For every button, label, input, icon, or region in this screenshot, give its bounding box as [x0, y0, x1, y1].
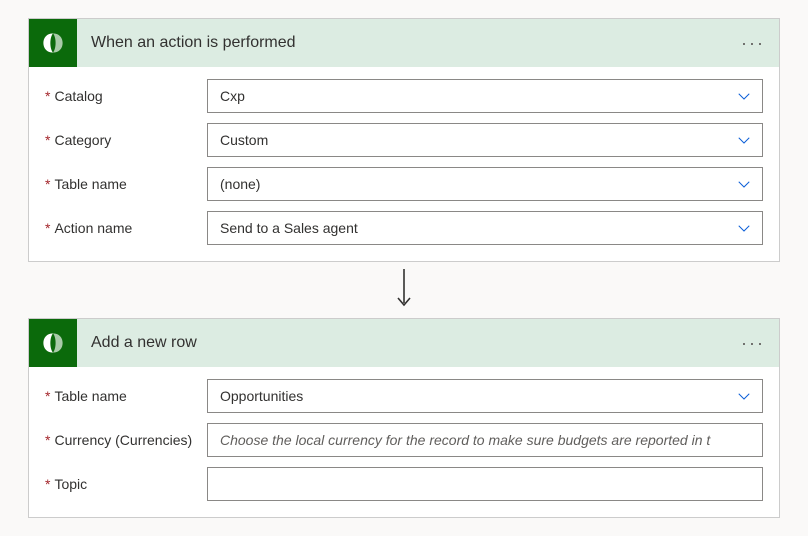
action-name-select[interactable]: Send to a Sales agent — [207, 211, 763, 245]
required-marker: * — [45, 432, 50, 448]
field-row-topic: * Topic — [45, 467, 763, 501]
field-row-category: * Category Custom — [45, 123, 763, 157]
action-name-select-value: Send to a Sales agent — [207, 211, 763, 245]
required-marker: * — [45, 476, 50, 492]
currency-placeholder: Choose the local currency for the record… — [207, 423, 763, 457]
category-select-value: Custom — [207, 123, 763, 157]
category-label: * Category — [45, 132, 207, 148]
table-name-label-text: Table name — [54, 176, 126, 192]
action-card: Add a new row ··· * Table name Opportuni… — [28, 318, 780, 518]
catalog-label-text: Catalog — [54, 88, 102, 104]
ellipsis-icon: ··· — [741, 333, 765, 353]
table-name-2-label: * Table name — [45, 388, 207, 404]
dataverse-icon — [29, 319, 77, 367]
currency-label: * Currency (Currencies) — [45, 432, 207, 448]
catalog-select-value: Cxp — [207, 79, 763, 113]
field-row-action-name: * Action name Send to a Sales agent — [45, 211, 763, 245]
table-name-select-value: (none) — [207, 167, 763, 201]
table-name-select[interactable]: (none) — [207, 167, 763, 201]
dataverse-icon — [29, 19, 77, 67]
trigger-card: When an action is performed ··· * Catalo… — [28, 18, 780, 262]
topic-label: * Topic — [45, 476, 207, 492]
trigger-card-header[interactable]: When an action is performed ··· — [29, 19, 779, 67]
field-row-catalog: * Catalog Cxp — [45, 79, 763, 113]
action-name-label: * Action name — [45, 220, 207, 236]
required-marker: * — [45, 176, 50, 192]
category-label-text: Category — [54, 132, 111, 148]
ellipsis-icon: ··· — [741, 33, 765, 53]
trigger-card-body: * Catalog Cxp * Category Custom — [29, 67, 779, 261]
category-select[interactable]: Custom — [207, 123, 763, 157]
currency-label-text: Currency (Currencies) — [54, 432, 192, 448]
action-name-label-text: Action name — [54, 220, 132, 236]
currency-input[interactable]: Choose the local currency for the record… — [207, 423, 763, 457]
field-row-table-name-2: * Table name Opportunities — [45, 379, 763, 413]
field-row-table-name: * Table name (none) — [45, 167, 763, 201]
required-marker: * — [45, 388, 50, 404]
field-row-currency: * Currency (Currencies) Choose the local… — [45, 423, 763, 457]
table-name-label: * Table name — [45, 176, 207, 192]
table-name-2-label-text: Table name — [54, 388, 126, 404]
topic-label-text: Topic — [54, 476, 87, 492]
table-name-2-select[interactable]: Opportunities — [207, 379, 763, 413]
trigger-card-menu-button[interactable]: ··· — [741, 34, 765, 52]
arrow-down-icon — [394, 267, 414, 314]
trigger-card-title: When an action is performed — [77, 34, 296, 52]
topic-input[interactable] — [207, 467, 763, 501]
flow-connector[interactable] — [28, 262, 780, 318]
action-card-header[interactable]: Add a new row ··· — [29, 319, 779, 367]
table-name-2-select-value: Opportunities — [207, 379, 763, 413]
required-marker: * — [45, 220, 50, 236]
action-card-menu-button[interactable]: ··· — [741, 334, 765, 352]
required-marker: * — [45, 132, 50, 148]
catalog-select[interactable]: Cxp — [207, 79, 763, 113]
catalog-label: * Catalog — [45, 88, 207, 104]
action-card-body: * Table name Opportunities * Currency (C… — [29, 367, 779, 517]
required-marker: * — [45, 88, 50, 104]
topic-placeholder — [207, 467, 763, 501]
action-card-title: Add a new row — [77, 334, 197, 352]
